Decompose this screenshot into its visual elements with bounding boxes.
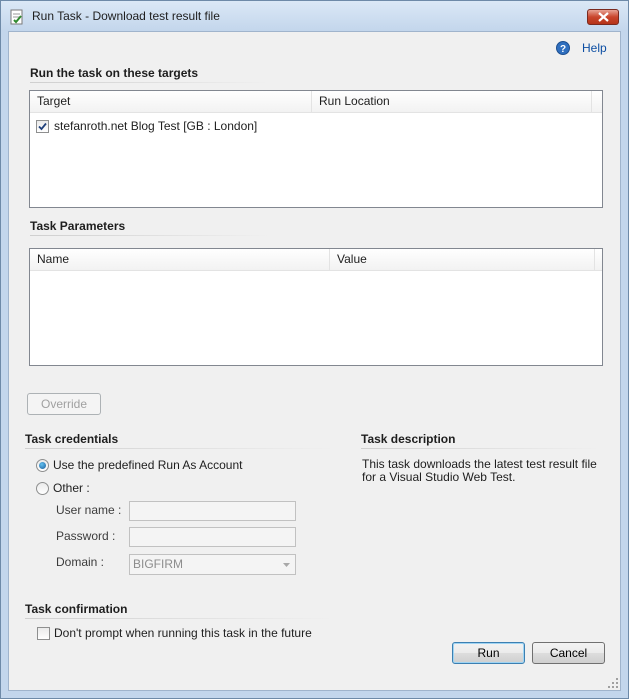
other-account-label[interactable]: Other :: [53, 481, 90, 495]
resize-grip-icon[interactable]: [607, 677, 619, 689]
cancel-button[interactable]: Cancel: [532, 642, 605, 664]
targets-list[interactable]: Target Run Location stefanroth.net Blog …: [29, 90, 603, 208]
run-button[interactable]: Run: [452, 642, 525, 664]
svg-text:?: ?: [560, 44, 566, 55]
user-name-field[interactable]: [129, 501, 296, 521]
target-row[interactable]: stefanroth.net Blog Test [GB : London]: [31, 119, 601, 137]
confirmation-section-title: Task confirmation: [25, 602, 128, 616]
column-header-run-location[interactable]: Run Location: [312, 91, 592, 112]
predefined-account-radio[interactable]: [36, 459, 49, 472]
radio-selected-dot: [39, 462, 46, 469]
confirmation-separator: [25, 618, 335, 619]
description-section-title: Task description: [361, 432, 456, 446]
dialog-window: Run Task - Download test result file ? H…: [0, 0, 629, 699]
window-title: Run Task - Download test result file: [32, 9, 220, 23]
target-checkbox[interactable]: [36, 120, 49, 133]
parameters-list-header: Name Value: [30, 249, 602, 271]
password-field[interactable]: [129, 527, 296, 547]
close-button[interactable]: [587, 9, 619, 25]
dont-prompt-label[interactable]: Don't prompt when running this task in t…: [54, 626, 312, 640]
override-button[interactable]: Override: [27, 393, 101, 415]
checkmark-icon: [38, 122, 47, 131]
task-icon: [10, 9, 23, 25]
column-header-name[interactable]: Name: [30, 249, 330, 270]
chevron-down-icon[interactable]: [278, 555, 295, 574]
task-description-text: This task downloads the latest test resu…: [362, 457, 597, 484]
user-name-label: User name :: [56, 503, 122, 517]
targets-separator: [30, 82, 270, 83]
domain-value: BIGFIRM: [133, 557, 183, 571]
targets-section-title: Run the task on these targets: [30, 66, 199, 80]
column-header-value[interactable]: Value: [330, 249, 595, 270]
title-bar[interactable]: Run Task - Download test result file: [1, 1, 628, 31]
domain-label: Domain :: [56, 555, 105, 569]
help-icon[interactable]: ?: [556, 41, 570, 55]
targets-list-header: Target Run Location: [30, 91, 602, 113]
domain-combobox[interactable]: BIGFIRM: [129, 554, 296, 575]
credentials-separator: [25, 448, 335, 449]
description-separator: [361, 448, 601, 449]
parameters-section-title: Task Parameters: [30, 219, 126, 233]
target-name: stefanroth.net Blog Test [GB : London]: [54, 119, 258, 133]
dont-prompt-checkbox[interactable]: [37, 627, 50, 640]
close-icon: [598, 12, 609, 22]
column-header-target[interactable]: Target: [30, 91, 312, 112]
credentials-section-title: Task credentials: [25, 432, 119, 446]
parameters-separator: [30, 235, 270, 236]
parameters-list[interactable]: Name Value: [29, 248, 603, 366]
predefined-account-label[interactable]: Use the predefined Run As Account: [53, 458, 242, 472]
password-label: Password :: [56, 529, 116, 543]
help-link[interactable]: Help: [582, 41, 607, 55]
other-account-radio[interactable]: [36, 482, 49, 495]
dialog-client: ? Help Run the task on these targets Tar…: [8, 31, 621, 691]
